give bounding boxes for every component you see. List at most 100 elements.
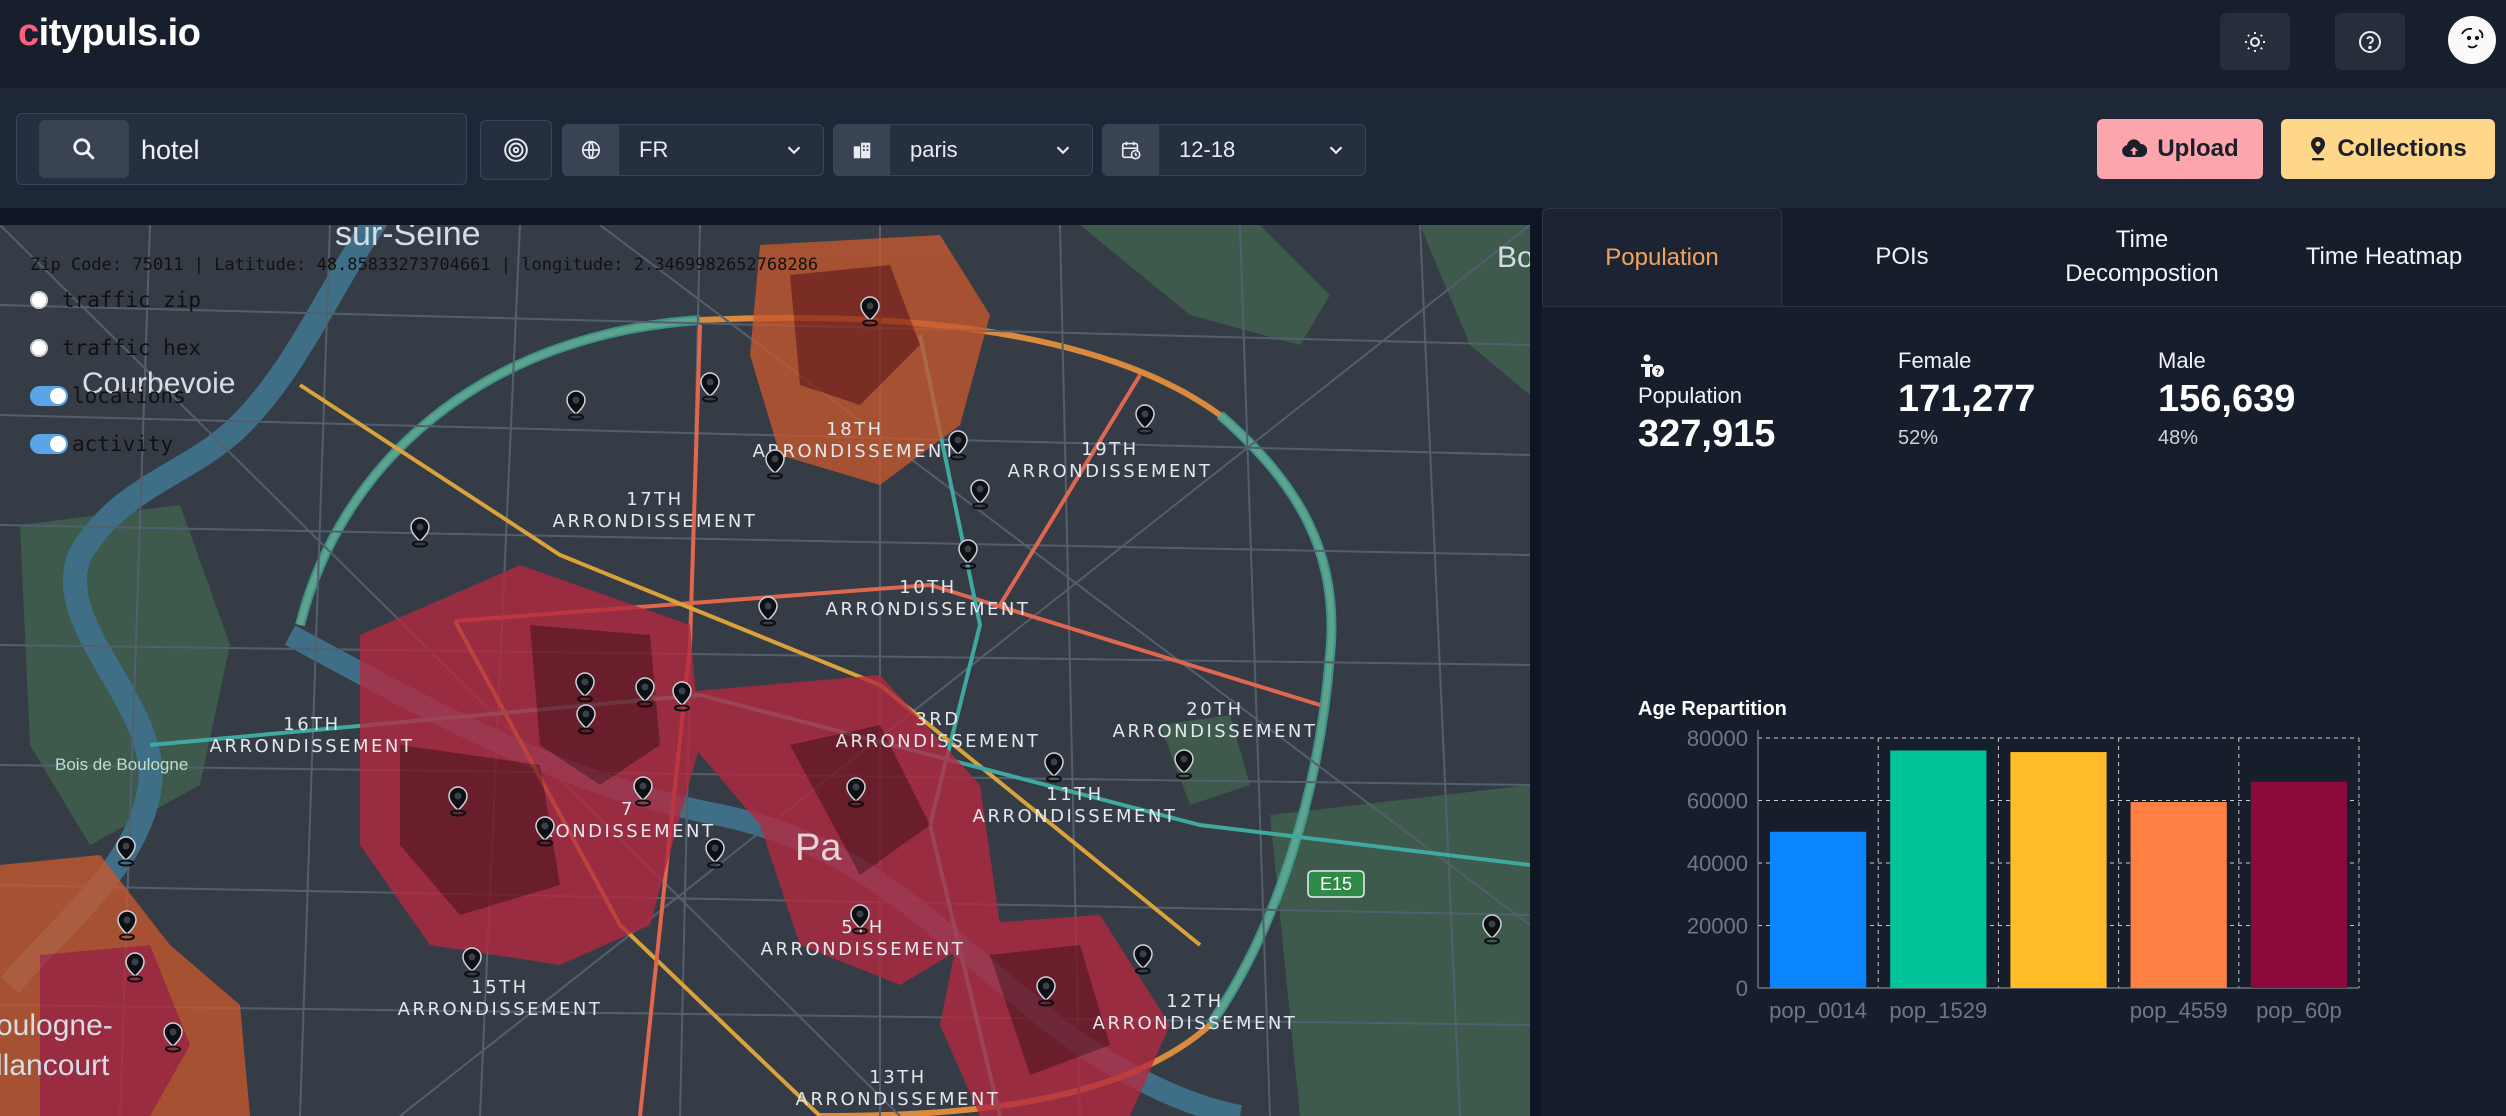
city-icon <box>834 125 890 175</box>
country-select[interactable]: FR <box>562 124 824 176</box>
logo-text: itypuls.io <box>38 12 201 54</box>
upload-button[interactable]: Upload <box>2097 119 2263 179</box>
bar-pop_0014[interactable] <box>1770 831 1867 988</box>
location-marker-icon[interactable] <box>116 836 136 867</box>
help-button[interactable] <box>2335 13 2405 70</box>
collections-label: Collections <box>2337 135 2467 162</box>
district-label: ARRONDISSEMENT <box>553 511 758 532</box>
bar-pop_4559[interactable] <box>2130 802 2227 988</box>
panel-tabs: Population POIs Time Decompostion Time H… <box>1542 208 2506 307</box>
map-canvas[interactable]: sur-Seine Courbevoie Bois de Boulogne ou… <box>0 225 1530 1116</box>
x-tick-label: pop_0014 <box>1769 998 1867 1023</box>
location-marker-icon[interactable] <box>633 776 653 807</box>
layer-traffic-zip[interactable]: traffic zip <box>30 285 201 315</box>
district-label: ARRONDISSEMENT <box>1008 461 1213 482</box>
toggle-switch[interactable] <box>30 386 68 406</box>
y-tick-label: 0 <box>1736 976 1748 1001</box>
stat-male: Male 156,639 48% <box>2158 348 2295 450</box>
map-base[interactable]: sur-Seine Courbevoie Bois de Boulogne ou… <box>0 225 1530 1116</box>
tab-time-decomposition[interactable]: Time Decompostion <box>2022 208 2262 306</box>
bar-pop_3044[interactable] <box>2010 752 2107 988</box>
district-label: 3RD <box>915 709 960 730</box>
layer-label: traffic hex <box>62 336 202 360</box>
location-marker-icon[interactable] <box>448 786 468 817</box>
stat-population: ? Population 327,915 <box>1638 354 1775 456</box>
time-range-select[interactable]: 12-18 <box>1102 124 1366 176</box>
female-percent: 52% <box>1898 427 1939 449</box>
location-marker-icon[interactable] <box>1174 749 1194 780</box>
location-marker-icon[interactable] <box>566 390 586 421</box>
population-label: Population <box>1638 383 1742 408</box>
tab-population[interactable]: Population <box>1542 208 1782 306</box>
location-marker-icon[interactable] <box>970 479 990 510</box>
radio-button[interactable] <box>30 291 48 309</box>
user-avatar[interactable] <box>2448 16 2496 64</box>
toggle-switch[interactable] <box>30 434 68 454</box>
district-label: ARRONDISSEMENT <box>796 1089 1001 1110</box>
district-label: ARRONDISSEMENT <box>398 999 603 1020</box>
x-tick-label: pop_1529 <box>1889 998 1987 1023</box>
layer-traffic-hex[interactable]: traffic hex <box>30 333 201 363</box>
calendar-clock-icon <box>1103 125 1159 175</box>
district-label: 20TH <box>1186 699 1243 720</box>
location-marker-icon[interactable] <box>410 517 430 548</box>
female-value: 171,277 <box>1898 378 2036 420</box>
district-label: 11TH <box>1046 784 1103 805</box>
coordinate-readout: Zip Code: 75011 | Latitude: 48.858332737… <box>30 255 819 275</box>
search-input[interactable] <box>139 114 463 186</box>
city-value: paris <box>910 137 958 162</box>
location-marker-icon[interactable] <box>462 947 482 978</box>
collections-button[interactable]: Collections <box>2281 119 2495 179</box>
location-marker-icon[interactable] <box>758 596 778 627</box>
location-marker-icon[interactable] <box>672 681 692 712</box>
location-marker-icon[interactable] <box>860 296 880 327</box>
location-marker-icon[interactable] <box>846 777 866 808</box>
city-select[interactable]: paris <box>833 124 1093 176</box>
location-marker-icon[interactable] <box>1133 944 1153 975</box>
location-marker-icon[interactable] <box>1044 752 1064 783</box>
country-value: FR <box>639 137 669 162</box>
tab-time-heatmap[interactable]: Time Heatmap <box>2262 208 2506 306</box>
tab-pois[interactable]: POIs <box>1782 208 2022 306</box>
map-label-boulogne-b: llancourt <box>0 1049 110 1082</box>
district-label: ARRONDISSEMENT <box>761 939 966 960</box>
target-icon <box>504 138 528 162</box>
layer-activity[interactable]: activity <box>30 429 173 459</box>
bar-pop_60p[interactable] <box>2250 781 2347 988</box>
location-marker-icon[interactable] <box>117 910 137 941</box>
y-tick-label: 40000 <box>1687 851 1748 876</box>
location-marker-icon[interactable] <box>1036 976 1056 1007</box>
location-marker-icon[interactable] <box>705 838 725 869</box>
location-marker-icon[interactable] <box>125 952 145 983</box>
location-marker-icon[interactable] <box>163 1022 183 1053</box>
y-tick-label: 20000 <box>1687 914 1748 939</box>
location-marker-icon[interactable] <box>1135 404 1155 435</box>
radio-button[interactable] <box>30 339 48 357</box>
location-marker-icon[interactable] <box>850 904 870 935</box>
location-marker-icon[interactable] <box>635 677 655 708</box>
stat-female: Female 171,277 52% <box>1898 348 2035 450</box>
search-button[interactable] <box>39 120 129 178</box>
map-label-bois: Bois de Boulogne <box>55 755 188 774</box>
time-value: 12-18 <box>1179 137 1236 162</box>
app-logo[interactable]: citypuls.io <box>18 12 201 55</box>
road-shield: E15 <box>1307 870 1365 898</box>
male-value: 156,639 <box>2158 378 2296 420</box>
district-label: 12TH <box>1166 991 1223 1012</box>
layer-label: locations <box>72 384 186 408</box>
layer-locations[interactable]: locations <box>30 381 186 411</box>
stats-panel: Population POIs Time Decompostion Time H… <box>1542 208 2506 1116</box>
location-marker-icon[interactable] <box>575 672 595 703</box>
location-marker-icon[interactable] <box>765 449 785 480</box>
location-marker-icon[interactable] <box>958 539 978 570</box>
theme-toggle-button[interactable] <box>2220 13 2290 70</box>
bar-pop_1529[interactable] <box>1890 750 1987 989</box>
location-marker-icon[interactable] <box>700 372 720 403</box>
location-marker-icon[interactable] <box>576 704 596 735</box>
search-icon <box>73 138 95 160</box>
location-marker-icon[interactable] <box>535 816 555 847</box>
location-marker-icon[interactable] <box>1482 914 1502 945</box>
location-marker-icon[interactable] <box>948 430 968 461</box>
district-label: 10TH <box>899 577 956 598</box>
geolocate-button[interactable] <box>480 120 552 180</box>
